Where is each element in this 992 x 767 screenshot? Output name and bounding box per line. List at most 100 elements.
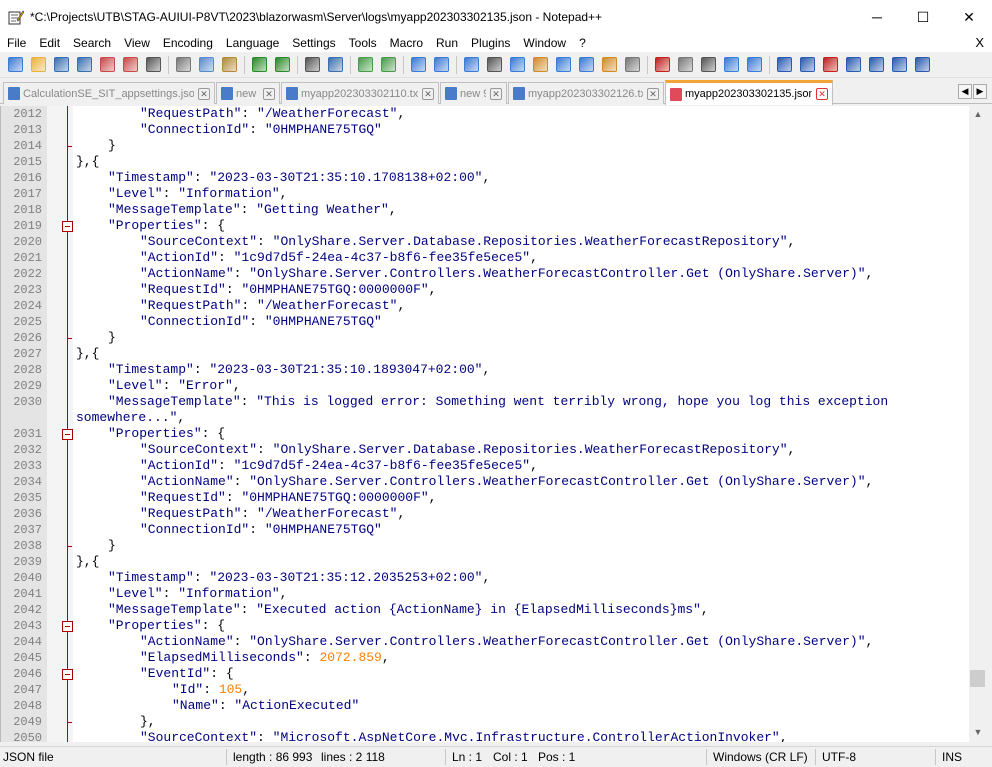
tab-close-icon[interactable]: ✕ <box>263 87 275 100</box>
code-line[interactable]: somewhere...", <box>1 410 969 426</box>
code-line[interactable]: 2049}, <box>1 714 969 730</box>
close-document-button[interactable]: X <box>975 34 984 52</box>
lang-icon[interactable] <box>529 54 551 76</box>
tab-close-icon[interactable]: ✕ <box>490 87 502 100</box>
play-multiple-icon[interactable] <box>720 54 742 76</box>
code-line[interactable]: 2017 "Level": "Information", <box>1 186 969 202</box>
menu-item-help[interactable]: ? <box>572 36 592 50</box>
fold-toggle-icon[interactable] <box>62 621 73 632</box>
save-icon[interactable] <box>50 54 72 76</box>
save-macro-icon[interactable] <box>743 54 765 76</box>
stop-macro-icon[interactable] <box>674 54 696 76</box>
tab-calculationse-sit-appsettings-json[interactable]: CalculationSE_SIT_appsettings.json ✕ <box>3 82 215 104</box>
code-line[interactable]: 2036 "RequestPath": "/WeatherForecast", <box>1 506 969 522</box>
code-line[interactable]: 2042 "MessageTemplate": "Executed action … <box>1 602 969 618</box>
doc-map-icon[interactable] <box>552 54 574 76</box>
copy-icon[interactable] <box>195 54 217 76</box>
code-line[interactable]: 2020 "SourceContext": "OnlyShare.Server.D… <box>1 234 969 250</box>
word-wrap-icon[interactable] <box>460 54 482 76</box>
sort-icon[interactable] <box>911 54 933 76</box>
monitoring-icon[interactable] <box>621 54 643 76</box>
menu-item-language[interactable]: Language <box>219 36 285 50</box>
arrow-up-icon[interactable] <box>865 54 887 76</box>
code-line[interactable]: 2016 "Timestamp": "2023-03-30T21:35:10.17… <box>1 170 969 186</box>
record-macro-icon[interactable] <box>651 54 673 76</box>
tab-scroll-right-button[interactable]: ▶ <box>973 84 987 99</box>
code-line[interactable]: 2047 "Id": 105, <box>1 682 969 698</box>
play-macro-icon[interactable] <box>697 54 719 76</box>
code-line[interactable]: 2027},{ <box>1 346 969 362</box>
close-all-icon[interactable] <box>119 54 141 76</box>
code-line[interactable]: 2034 "ActionName": "OnlyShare.Server.Cont… <box>1 474 969 490</box>
code-line[interactable]: 2012 "RequestPath": "/WeatherForecast", <box>1 106 969 122</box>
menu-item-edit[interactable]: Edit <box>32 36 66 50</box>
paste-icon[interactable] <box>218 54 240 76</box>
indent-guide-icon[interactable] <box>506 54 528 76</box>
code-line[interactable]: 2013 "ConnectionId": "0HMPHANE75TGQ" <box>1 122 969 138</box>
code-line[interactable]: 2038} <box>1 538 969 554</box>
code-line[interactable]: 2046 "EventId": { <box>1 666 969 682</box>
code-line[interactable]: 2022 "ActionName": "OnlyShare.Server.Cont… <box>1 266 969 282</box>
menu-item-file[interactable]: File <box>0 36 32 50</box>
code-line[interactable]: 2028 "Timestamp": "2023-03-30T21:35:10.18… <box>1 362 969 378</box>
zoom-in-icon[interactable] <box>354 54 376 76</box>
undo-icon[interactable] <box>248 54 270 76</box>
list-icon[interactable] <box>819 54 841 76</box>
code-line[interactable]: 2037 "ConnectionId": "0HMPHANE75TGQ" <box>1 522 969 538</box>
save-all-icon[interactable] <box>73 54 95 76</box>
code-line[interactable]: 2026} <box>1 330 969 346</box>
folder-workspace-icon[interactable] <box>598 54 620 76</box>
close-window-button[interactable]: ✕ <box>946 0 992 34</box>
fold-toggle-icon[interactable] <box>62 669 73 680</box>
tab-myapp202303302110-txt[interactable]: myapp202303302110.txt ✕ <box>281 82 439 104</box>
menu-item-view[interactable]: View <box>117 36 156 50</box>
tab-close-icon[interactable]: ✕ <box>422 87 434 100</box>
bookmark-icon[interactable] <box>773 54 795 76</box>
scroll-up-arrow-icon[interactable]: ▲ <box>973 109 983 119</box>
tab-close-icon[interactable]: ✕ <box>647 87 659 100</box>
arrow-down-icon[interactable] <box>888 54 910 76</box>
cut-icon[interactable] <box>172 54 194 76</box>
sync-horizontal-icon[interactable] <box>430 54 452 76</box>
code-line[interactable]: 2043 "Properties": { <box>1 618 969 634</box>
code-line[interactable]: 2021 "ActionId": "1c9d7d5f-24ea-4c37-b8f6… <box>1 250 969 266</box>
code-line[interactable]: 2029 "Level": "Error", <box>1 378 969 394</box>
print-icon[interactable] <box>142 54 164 76</box>
tab-close-icon[interactable]: ✕ <box>816 88 828 100</box>
minimize-button[interactable]: ─ <box>854 0 900 34</box>
zoom-out-icon[interactable] <box>377 54 399 76</box>
function-list-icon[interactable] <box>575 54 597 76</box>
code-line[interactable]: 2050 "SourceContext": "Microsoft.AspNetCo… <box>1 730 969 742</box>
code-line[interactable]: 2041 "Level": "Information", <box>1 586 969 602</box>
find-icon[interactable] <box>301 54 323 76</box>
scroll-down-arrow-icon[interactable]: ▼ <box>973 727 983 737</box>
show-all-chars-icon[interactable] <box>483 54 505 76</box>
tab-myapp202303302135-json[interactable]: myapp202303302135.json ✕ <box>665 80 833 105</box>
code-line[interactable]: 2015},{ <box>1 154 969 170</box>
code-line[interactable]: 2035 "RequestId": "0HMPHANE75TGQ:0000000F… <box>1 490 969 506</box>
fold-toggle-icon[interactable] <box>62 429 73 440</box>
code-line[interactable]: 2033 "ActionId": "1c9d7d5f-24ea-4c37-b8f6… <box>1 458 969 474</box>
code-line[interactable]: 2045 "ElapsedMilliseconds": 2072.859, <box>1 650 969 666</box>
menu-item-settings[interactable]: Settings <box>285 36 341 50</box>
replace-icon[interactable] <box>324 54 346 76</box>
menu-item-search[interactable]: Search <box>66 36 117 50</box>
code-area[interactable]: 2012 "RequestPath": "/WeatherForecast", 20… <box>1 106 969 742</box>
code-line[interactable]: 2019 "Properties": { <box>1 218 969 234</box>
tab-myapp202303302126-txt[interactable]: myapp202303302126.txt ✕ <box>508 82 664 104</box>
new-file-icon[interactable] <box>4 54 26 76</box>
open-file-icon[interactable] <box>27 54 49 76</box>
scrollbar-thumb[interactable] <box>970 670 985 687</box>
code-line[interactable]: 2044 "ActionName": "OnlyShare.Server.Cont… <box>1 634 969 650</box>
code-line[interactable]: 2039},{ <box>1 554 969 570</box>
tab-close-icon[interactable]: ✕ <box>198 87 210 100</box>
menu-item-tools[interactable]: Tools <box>342 36 383 50</box>
menu-item-window[interactable]: Window <box>516 36 572 50</box>
fold-toggle-icon[interactable] <box>62 221 73 232</box>
vertical-scrollbar[interactable]: ▲ ▼ <box>969 106 987 742</box>
code-line[interactable]: 2030 "MessageTemplate": "This is logged e… <box>1 394 969 410</box>
editor[interactable]: 2012 "RequestPath": "/WeatherForecast", 20… <box>0 106 987 742</box>
maximize-button[interactable]: ☐ <box>900 0 946 34</box>
code-line[interactable]: 2023 "RequestId": "0HMPHANE75TGQ:0000000F… <box>1 282 969 298</box>
code-line[interactable]: 2032 "SourceContext": "OnlyShare.Server.D… <box>1 442 969 458</box>
